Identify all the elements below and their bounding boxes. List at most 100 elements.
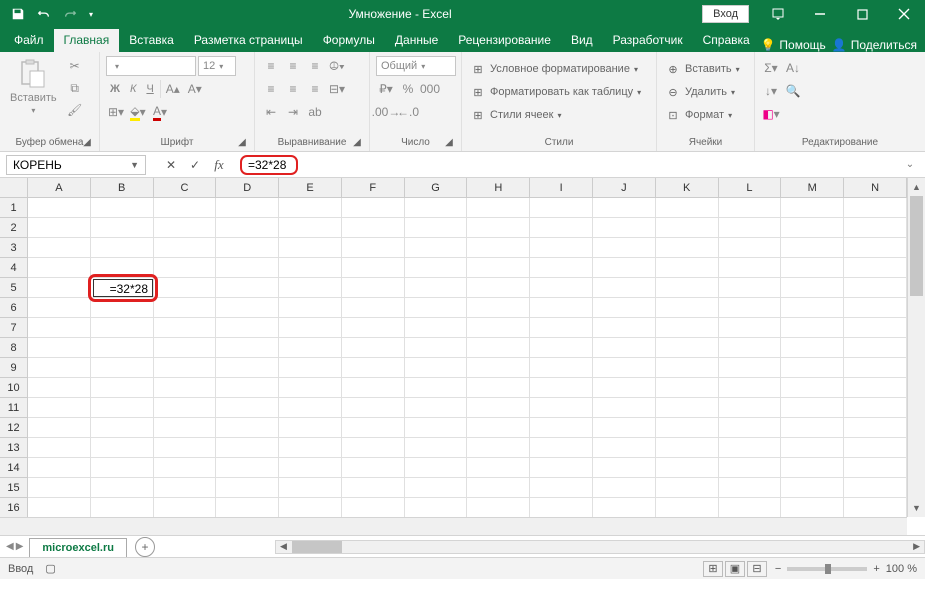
cell[interactable] bbox=[405, 198, 468, 218]
cell[interactable] bbox=[467, 298, 530, 318]
cell[interactable] bbox=[467, 498, 530, 518]
cell[interactable] bbox=[405, 498, 468, 518]
cell[interactable] bbox=[530, 318, 593, 338]
cell[interactable] bbox=[216, 458, 279, 478]
cell[interactable] bbox=[844, 418, 907, 438]
horizontal-scrollbar[interactable]: ◀ ▶ bbox=[275, 540, 925, 554]
cell[interactable] bbox=[656, 298, 719, 318]
row-header[interactable]: 3 bbox=[0, 238, 27, 258]
cell[interactable] bbox=[656, 238, 719, 258]
tab-data[interactable]: Данные bbox=[385, 29, 448, 52]
fill-color-button[interactable]: ⬙▾ bbox=[128, 102, 148, 122]
view-layout-button[interactable]: ▣ bbox=[725, 561, 745, 577]
row-header[interactable]: 2 bbox=[0, 218, 27, 238]
cell[interactable] bbox=[467, 458, 530, 478]
tab-view[interactable]: Вид bbox=[561, 29, 603, 52]
cell[interactable] bbox=[530, 378, 593, 398]
scroll-right-icon[interactable]: ▶ bbox=[913, 541, 920, 552]
cell[interactable] bbox=[530, 478, 593, 498]
cell[interactable] bbox=[154, 218, 217, 238]
cell[interactable] bbox=[405, 278, 468, 298]
cell[interactable] bbox=[781, 278, 844, 298]
cell[interactable] bbox=[28, 498, 91, 518]
cell[interactable] bbox=[719, 298, 782, 318]
cell[interactable] bbox=[656, 338, 719, 358]
cell[interactable] bbox=[279, 378, 342, 398]
column-header[interactable]: F bbox=[342, 178, 405, 197]
column-header[interactable]: H bbox=[467, 178, 530, 197]
bold-button[interactable]: Ж bbox=[106, 79, 124, 99]
cell[interactable] bbox=[781, 478, 844, 498]
cell[interactable] bbox=[342, 338, 405, 358]
cell[interactable] bbox=[781, 258, 844, 278]
zoom-level[interactable]: 100 % bbox=[886, 563, 917, 575]
column-header[interactable]: G bbox=[405, 178, 468, 197]
cell[interactable] bbox=[154, 278, 217, 298]
cell[interactable] bbox=[719, 278, 782, 298]
cell[interactable] bbox=[216, 438, 279, 458]
conditional-formatting-button[interactable]: ⊞Условное форматирование▾ bbox=[468, 60, 640, 78]
cell[interactable] bbox=[342, 298, 405, 318]
number-format-combo[interactable]: Общий▾ bbox=[376, 56, 456, 76]
cell[interactable] bbox=[593, 418, 656, 438]
insert-function-button[interactable]: fх bbox=[208, 154, 230, 176]
cell[interactable] bbox=[719, 358, 782, 378]
scrollbar-thumb[interactable] bbox=[910, 196, 923, 296]
cell[interactable] bbox=[593, 478, 656, 498]
cell[interactable] bbox=[154, 238, 217, 258]
cell[interactable] bbox=[593, 438, 656, 458]
orientation-button[interactable]: ⦹▾ bbox=[327, 56, 347, 76]
cell[interactable] bbox=[154, 338, 217, 358]
cell[interactable] bbox=[593, 378, 656, 398]
cell[interactable] bbox=[656, 378, 719, 398]
cell[interactable] bbox=[405, 258, 468, 278]
cell[interactable] bbox=[530, 278, 593, 298]
align-middle-button[interactable]: ≡ bbox=[283, 56, 303, 76]
cell[interactable] bbox=[279, 198, 342, 218]
row-header[interactable]: 8 bbox=[0, 338, 27, 358]
copy-button[interactable]: ⧉ bbox=[65, 78, 85, 98]
vertical-scrollbar[interactable]: ▲ ▼ bbox=[907, 178, 925, 517]
cell[interactable] bbox=[216, 218, 279, 238]
cell[interactable] bbox=[279, 398, 342, 418]
active-cell[interactable]: =32*28 bbox=[93, 279, 153, 297]
cell[interactable] bbox=[154, 358, 217, 378]
decrease-decimal-button[interactable]: ←.0 bbox=[398, 102, 418, 122]
cell[interactable] bbox=[28, 358, 91, 378]
cell[interactable] bbox=[467, 398, 530, 418]
cell[interactable] bbox=[719, 458, 782, 478]
cell[interactable] bbox=[781, 198, 844, 218]
format-cells-button[interactable]: ⊡Формат▾ bbox=[663, 106, 734, 124]
cell[interactable] bbox=[154, 478, 217, 498]
column-header[interactable]: L bbox=[719, 178, 782, 197]
cell[interactable] bbox=[844, 398, 907, 418]
clear-button[interactable]: ◧▾ bbox=[761, 104, 781, 124]
cell[interactable] bbox=[28, 398, 91, 418]
italic-button[interactable]: К bbox=[126, 79, 140, 99]
cell[interactable] bbox=[405, 478, 468, 498]
delete-cells-button[interactable]: ⊖Удалить▾ bbox=[663, 83, 737, 101]
cell[interactable] bbox=[342, 238, 405, 258]
cell[interactable] bbox=[593, 498, 656, 518]
cell[interactable] bbox=[781, 318, 844, 338]
cell[interactable] bbox=[28, 298, 91, 318]
cell[interactable] bbox=[216, 498, 279, 518]
scrollbar-thumb[interactable] bbox=[292, 541, 342, 553]
cell[interactable] bbox=[91, 358, 154, 378]
row-header[interactable]: 4 bbox=[0, 258, 27, 278]
cell[interactable] bbox=[91, 498, 154, 518]
dialog-launcher-icon[interactable]: ◢ bbox=[351, 137, 363, 149]
format-painter-button[interactable]: 🖌 bbox=[65, 100, 85, 120]
cell[interactable] bbox=[342, 358, 405, 378]
column-header[interactable]: C bbox=[154, 178, 217, 197]
autosum-button[interactable]: Σ▾ bbox=[761, 58, 781, 78]
cell[interactable] bbox=[656, 358, 719, 378]
cell[interactable] bbox=[656, 258, 719, 278]
font-color-button[interactable]: A▾ bbox=[150, 102, 170, 122]
cell[interactable] bbox=[844, 318, 907, 338]
cell[interactable] bbox=[467, 358, 530, 378]
row-header[interactable]: 12 bbox=[0, 418, 27, 438]
cell[interactable] bbox=[656, 398, 719, 418]
cell[interactable] bbox=[342, 498, 405, 518]
qat-customize-icon[interactable]: ▾ bbox=[84, 2, 98, 26]
